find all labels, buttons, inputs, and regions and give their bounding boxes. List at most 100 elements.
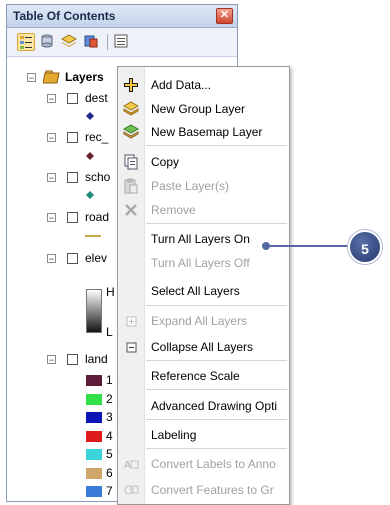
menu-item-add-data[interactable]: Add Data... bbox=[118, 74, 289, 96]
basemap-layer-icon bbox=[123, 124, 139, 139]
layer-checkbox-rec[interactable] bbox=[67, 132, 78, 143]
list-by-source-button[interactable] bbox=[39, 33, 57, 51]
menu-item-advanced-drawing-options[interactable]: Advanced Drawing Opti bbox=[118, 395, 289, 417]
land-class-label: 7 bbox=[106, 484, 113, 498]
list-by-drawing-order-button[interactable] bbox=[17, 33, 35, 51]
list-by-source-icon bbox=[41, 34, 53, 48]
point-symbol bbox=[86, 152, 94, 160]
list-by-drawing-order-icon bbox=[20, 36, 32, 49]
land-class-label: 5 bbox=[106, 447, 113, 461]
remove-icon bbox=[125, 204, 137, 216]
menu-item-select-all-layers[interactable]: Select All Layers bbox=[118, 280, 289, 302]
menu-item-label: Remove bbox=[151, 203, 196, 217]
paste-icon bbox=[124, 178, 138, 194]
layer-expander-land[interactable]: − bbox=[47, 355, 56, 365]
land-class-swatch bbox=[86, 412, 102, 423]
menu-separator bbox=[146, 448, 287, 449]
list-by-visibility-button[interactable] bbox=[60, 33, 79, 51]
layer-label-elev[interactable]: elev bbox=[85, 251, 107, 265]
land-class-swatch bbox=[86, 467, 102, 479]
layer-label-rec[interactable]: rec_ bbox=[85, 130, 108, 144]
land-class-swatch bbox=[86, 430, 102, 442]
layer-expander-rec[interactable]: − bbox=[47, 133, 56, 143]
land-class-swatch bbox=[86, 449, 102, 460]
window-title: Table Of Contents bbox=[13, 9, 116, 23]
options-button[interactable] bbox=[113, 33, 131, 51]
layer-checkbox-land[interactable] bbox=[67, 354, 78, 365]
menu-item-collapse-all-layers[interactable]: Collapse All Layers bbox=[118, 336, 289, 358]
menu-item-convert-labels-to-annotation[interactable]: A Convert Labels to Anno bbox=[118, 453, 289, 475]
land-class-swatch bbox=[86, 375, 102, 386]
land-class-label: 3 bbox=[106, 410, 113, 424]
step-callout-badge: 5 bbox=[348, 230, 382, 264]
layer-label-scho[interactable]: scho bbox=[85, 170, 110, 184]
menu-item-expand-all-layers[interactable]: Expand All Layers bbox=[118, 310, 289, 332]
menu-separator bbox=[146, 223, 287, 224]
list-by-visibility-icon bbox=[60, 34, 78, 47]
list-by-selection-button[interactable] bbox=[83, 33, 101, 51]
convert-features-icon bbox=[124, 485, 139, 495]
menu-separator bbox=[146, 389, 287, 390]
land-class-label: 2 bbox=[106, 391, 113, 406]
layer-checkbox-dest[interactable] bbox=[67, 93, 78, 104]
layer-expander-scho[interactable]: − bbox=[47, 173, 56, 183]
menu-item-new-basemap-layer[interactable]: New Basemap Layer bbox=[118, 121, 289, 143]
land-class-swatch bbox=[86, 393, 102, 405]
data-frame-icon bbox=[43, 70, 60, 84]
toolbar-separator bbox=[107, 34, 108, 50]
layer-label-land[interactable]: land bbox=[85, 352, 108, 366]
menu-item-reference-scale[interactable]: Reference Scale bbox=[118, 365, 289, 387]
options-icon bbox=[114, 34, 128, 48]
elevation-high-label: H bbox=[106, 285, 115, 299]
expand-icon bbox=[126, 316, 137, 327]
menu-item-label: Convert Labels to Anno bbox=[151, 457, 276, 471]
menu-item-label: Paste Layer(s) bbox=[151, 179, 230, 193]
land-class-label: 4 bbox=[106, 428, 113, 443]
point-symbol bbox=[86, 191, 94, 199]
menu-item-remove[interactable]: Remove bbox=[118, 199, 289, 221]
menu-item-new-group-layer[interactable]: New Group Layer bbox=[118, 98, 289, 120]
menu-item-label: Convert Features to Gr bbox=[151, 483, 274, 497]
menu-item-label: Expand All Layers bbox=[151, 314, 248, 328]
title-bar: Table Of Contents ✕ bbox=[7, 5, 237, 28]
menu-item-label: New Group Layer bbox=[151, 102, 246, 116]
menu-item-label: Select All Layers bbox=[151, 284, 240, 298]
menu-item-label: Collapse All Layers bbox=[151, 340, 254, 354]
menu-item-paste-layers[interactable]: Paste Layer(s) bbox=[118, 175, 289, 197]
layer-expander-dest[interactable]: − bbox=[47, 94, 56, 104]
menu-item-labeling[interactable]: Labeling bbox=[118, 424, 289, 446]
layers-context-menu: Add Data... New Group Layer New Basemap … bbox=[117, 66, 290, 505]
menu-separator bbox=[146, 360, 287, 361]
layer-checkbox-scho[interactable] bbox=[67, 172, 78, 183]
menu-item-label: Labeling bbox=[151, 428, 197, 442]
menu-item-label: Turn All Layers On bbox=[151, 232, 250, 246]
callout-pointer-dot bbox=[262, 242, 270, 250]
layers-root-label[interactable]: Layers bbox=[65, 70, 104, 84]
list-by-selection-icon bbox=[84, 35, 98, 48]
layers-collapse-toggle[interactable]: − bbox=[27, 73, 36, 83]
layer-expander-elev[interactable]: − bbox=[47, 254, 56, 264]
convert-labels-icon: A bbox=[124, 460, 139, 471]
layer-expander-road[interactable]: − bbox=[47, 213, 56, 223]
elevation-low-label: L bbox=[106, 325, 113, 339]
menu-item-copy[interactable]: Copy bbox=[118, 151, 289, 173]
collapse-icon bbox=[126, 342, 137, 353]
menu-item-label: Add Data... bbox=[151, 78, 212, 92]
add-data-icon bbox=[124, 78, 138, 92]
layer-label-dest[interactable]: dest bbox=[85, 91, 108, 105]
toc-toolbar bbox=[7, 28, 237, 57]
layer-label-road[interactable]: road bbox=[85, 210, 109, 224]
menu-separator bbox=[146, 145, 287, 146]
callout-leader-line bbox=[266, 245, 358, 247]
copy-icon bbox=[124, 154, 138, 170]
close-button[interactable]: ✕ bbox=[216, 8, 233, 24]
menu-item-label: Copy bbox=[151, 155, 180, 169]
layer-checkbox-elev[interactable] bbox=[67, 253, 78, 264]
group-layer-icon bbox=[123, 101, 139, 116]
point-symbol bbox=[86, 112, 94, 120]
menu-item-convert-features-to-graphics[interactable]: Convert Features to Gr bbox=[118, 479, 289, 501]
layer-checkbox-road[interactable] bbox=[67, 212, 78, 223]
land-class-swatch bbox=[86, 486, 102, 497]
menu-separator bbox=[146, 419, 287, 420]
menu-item-turn-all-layers-off[interactable]: Turn All Layers Off bbox=[118, 252, 289, 274]
